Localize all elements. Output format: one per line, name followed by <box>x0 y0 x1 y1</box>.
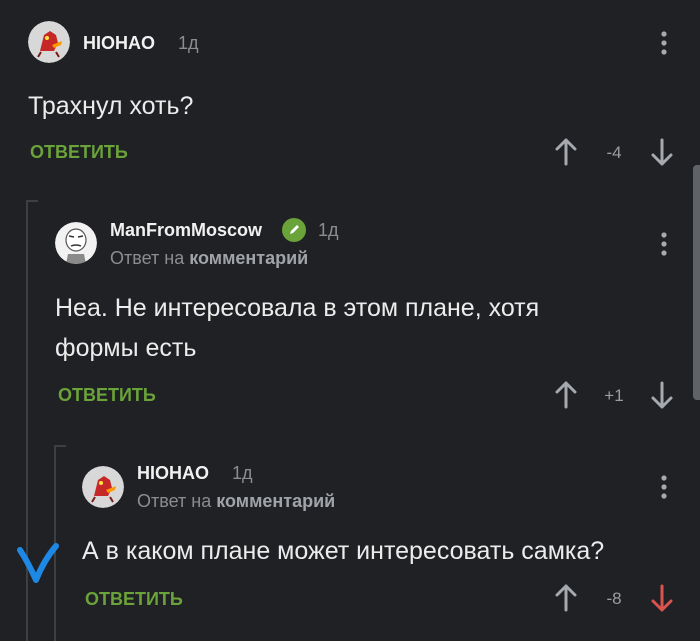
thread-connector-level1 <box>26 200 38 202</box>
more-vertical-icon[interactable] <box>660 31 668 55</box>
avatar[interactable] <box>28 21 70 63</box>
vote-score: -8 <box>606 589 622 608</box>
more-vertical-icon[interactable] <box>660 475 668 499</box>
reply-link[interactable]: комментарий <box>216 491 335 511</box>
vote-score: -4 <box>606 143 622 162</box>
comment-time: 1д <box>318 220 339 240</box>
comment-text: Неа. Не интересовала в этом плане, хотя … <box>55 288 655 368</box>
username[interactable]: HIOHAO <box>83 33 155 54</box>
vote-score: +1 <box>604 386 624 405</box>
thread-connector-level2 <box>54 445 66 447</box>
avatar[interactable] <box>55 222 97 264</box>
username[interactable]: ManFromMoscow <box>110 220 262 241</box>
arrow-up-icon[interactable] <box>554 583 578 613</box>
reply-to-info: Ответ на комментарий <box>110 248 308 269</box>
avatar[interactable] <box>82 466 124 508</box>
comment-text: Трахнул хоть? <box>28 92 194 120</box>
username[interactable]: HIOHAO <box>137 463 209 484</box>
check-mark-icon <box>16 540 60 588</box>
comment-time: 1д <box>178 33 199 53</box>
comment-text-line: формы есть <box>55 334 197 362</box>
reply-button[interactable]: ОТВЕТИТЬ <box>30 142 128 163</box>
arrow-up-icon[interactable] <box>554 380 578 410</box>
arrow-down-icon[interactable] <box>650 137 674 167</box>
more-vertical-icon[interactable] <box>660 232 668 256</box>
comment-time: 1д <box>232 463 253 483</box>
comment-text-line: Неа. Не интересовала в этом плане, хотя <box>55 294 540 322</box>
comments-page: HIOHAO 1д Трахнул хоть? ОТВЕТИТЬ -4 ManF… <box>0 0 700 641</box>
reply-button[interactable]: ОТВЕТИТЬ <box>85 589 183 610</box>
reply-button[interactable]: ОТВЕТИТЬ <box>58 385 156 406</box>
reply-prefix: Ответ на <box>110 248 185 268</box>
arrow-down-icon[interactable] <box>650 380 674 410</box>
scrollbar[interactable] <box>693 165 700 400</box>
comment-text: А в каком плане может интересовать самка… <box>82 537 605 565</box>
reply-link[interactable]: комментарий <box>189 248 308 268</box>
reply-to-info: Ответ на комментарий <box>137 491 335 512</box>
reply-prefix: Ответ на <box>137 491 212 511</box>
pencil-badge-icon <box>282 218 306 242</box>
arrow-down-icon[interactable] <box>650 583 674 613</box>
arrow-up-icon[interactable] <box>554 137 578 167</box>
